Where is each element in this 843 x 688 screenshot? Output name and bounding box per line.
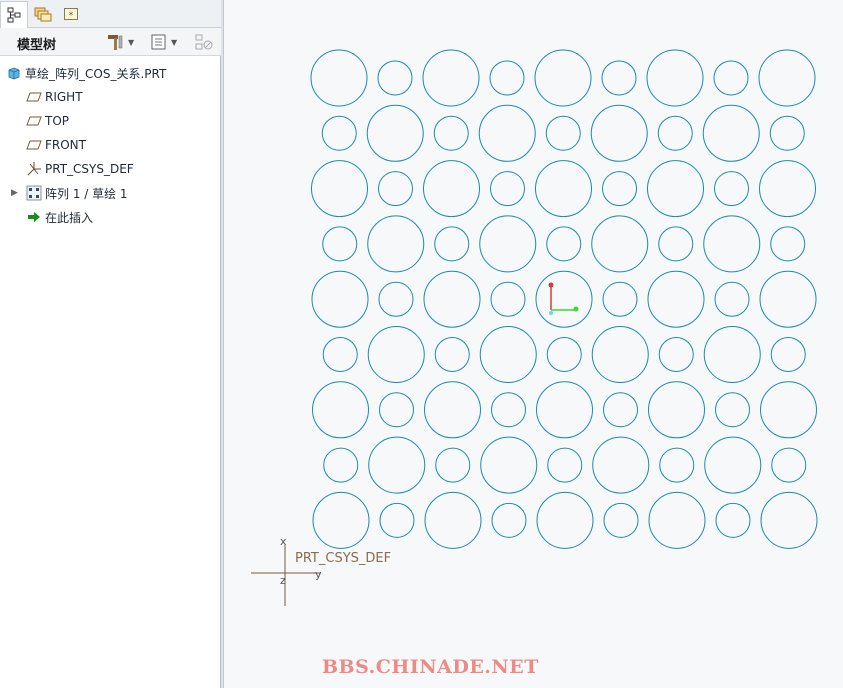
sketch-circle[interactable]	[311, 160, 368, 218]
sketch-circle[interactable]	[546, 226, 582, 262]
sketch-circle[interactable]	[491, 392, 526, 428]
sketch-circle[interactable]	[312, 381, 369, 439]
sketch-circle[interactable]	[703, 215, 761, 273]
app-window: * 模型树 ▼ ▼ 草绘_阵列_COS_关系.PRT RIGHT TOP FRO…	[0, 0, 843, 688]
sketch-circle[interactable]	[702, 104, 760, 162]
graphics-canvas[interactable]	[0, 0, 843, 688]
sketch-circle[interactable]	[546, 337, 582, 372]
sketch-circle[interactable]	[760, 381, 817, 439]
sketch-circle[interactable]	[590, 104, 648, 162]
sketch-circle[interactable]	[602, 171, 637, 207]
sketch-circle[interactable]	[311, 270, 369, 328]
sketch-circle[interactable]	[591, 215, 649, 273]
axis-z-label: z	[280, 574, 286, 587]
sketch-circle[interactable]	[377, 60, 413, 96]
sketch-circle[interactable]	[648, 491, 706, 549]
sketch-circle[interactable]	[423, 270, 481, 328]
sketch-circle[interactable]	[714, 281, 750, 317]
sketch-circle[interactable]	[534, 49, 592, 107]
circle-pattern	[310, 49, 818, 549]
axis-y-label: y	[315, 568, 322, 581]
sketch-circle[interactable]	[379, 502, 415, 538]
sketch-circle[interactable]	[603, 502, 639, 538]
sketch-circle[interactable]	[535, 160, 592, 218]
sketch-circle[interactable]	[322, 337, 358, 372]
sketch-circle[interactable]	[489, 60, 525, 96]
sketch-circle[interactable]	[648, 381, 705, 439]
sketch-circle[interactable]	[434, 226, 470, 262]
sketch-circle[interactable]	[715, 502, 751, 538]
sketch-circle[interactable]	[435, 447, 471, 483]
sketch-circle[interactable]	[713, 60, 749, 96]
sketch-circle[interactable]	[321, 115, 357, 151]
watermark: BBS.CHINADE.NET	[322, 656, 539, 678]
sketch-circle[interactable]	[647, 270, 705, 328]
sketch-circle[interactable]	[378, 281, 414, 317]
sketch-circle[interactable]	[592, 436, 650, 494]
sketch-circle[interactable]	[601, 60, 637, 96]
sketch-circle[interactable]	[478, 104, 536, 162]
sketch-circle[interactable]	[366, 104, 424, 162]
sketch-circle[interactable]	[759, 270, 817, 328]
sketch-circle[interactable]	[703, 326, 761, 383]
sketch-circle[interactable]	[312, 491, 370, 549]
sketch-circle[interactable]	[591, 326, 649, 383]
sketch-circle[interactable]	[760, 491, 818, 549]
sketch-circle[interactable]	[490, 171, 525, 207]
sketch-circle[interactable]	[379, 392, 414, 428]
sketch-circle[interactable]	[704, 436, 762, 494]
view-triad-icon	[548, 282, 579, 315]
sketch-circle[interactable]	[368, 436, 426, 494]
sketch-circle[interactable]	[479, 326, 537, 383]
sketch-circle[interactable]	[769, 115, 805, 151]
sketch-circle[interactable]	[770, 337, 806, 372]
sketch-circle[interactable]	[657, 115, 693, 151]
sketch-circle[interactable]	[434, 337, 470, 372]
sketch-circle[interactable]	[759, 160, 816, 218]
sketch-circle[interactable]	[602, 281, 638, 317]
sketch-circle[interactable]	[658, 337, 694, 372]
sketch-circle[interactable]	[378, 171, 413, 207]
sketch-circle[interactable]	[424, 381, 481, 439]
sketch-circle[interactable]	[659, 447, 695, 483]
sketch-circle[interactable]	[758, 49, 816, 107]
sketch-circle[interactable]	[770, 226, 806, 262]
sketch-circle[interactable]	[322, 226, 358, 262]
sketch-circle[interactable]	[424, 491, 482, 549]
sketch-circle[interactable]	[490, 281, 526, 317]
sketch-circle[interactable]	[535, 270, 593, 328]
sketch-circle[interactable]	[479, 215, 537, 273]
sketch-circle[interactable]	[658, 226, 694, 262]
axis-x-label: x	[280, 535, 287, 548]
sketch-circle[interactable]	[310, 49, 368, 107]
sketch-circle[interactable]	[423, 160, 480, 218]
sketch-circle[interactable]	[714, 171, 749, 207]
sketch-circle[interactable]	[547, 447, 583, 483]
sketch-circle[interactable]	[536, 491, 594, 549]
sketch-circle[interactable]	[603, 392, 638, 428]
sketch-circle[interactable]	[646, 49, 704, 107]
sketch-circle[interactable]	[771, 447, 807, 483]
sketch-circle[interactable]	[647, 160, 704, 218]
sketch-circle[interactable]	[545, 115, 581, 151]
sketch-circle[interactable]	[536, 381, 593, 439]
sketch-circle[interactable]	[422, 49, 480, 107]
sketch-circle[interactable]	[367, 326, 425, 383]
sketch-circle[interactable]	[715, 392, 750, 428]
sketch-circle[interactable]	[323, 447, 359, 483]
sketch-circle[interactable]	[367, 215, 425, 273]
sketch-circle[interactable]	[480, 436, 538, 494]
sketch-circle[interactable]	[433, 115, 469, 151]
csys-label: PRT_CSYS_DEF	[295, 551, 392, 566]
sketch-circle[interactable]	[491, 502, 527, 538]
